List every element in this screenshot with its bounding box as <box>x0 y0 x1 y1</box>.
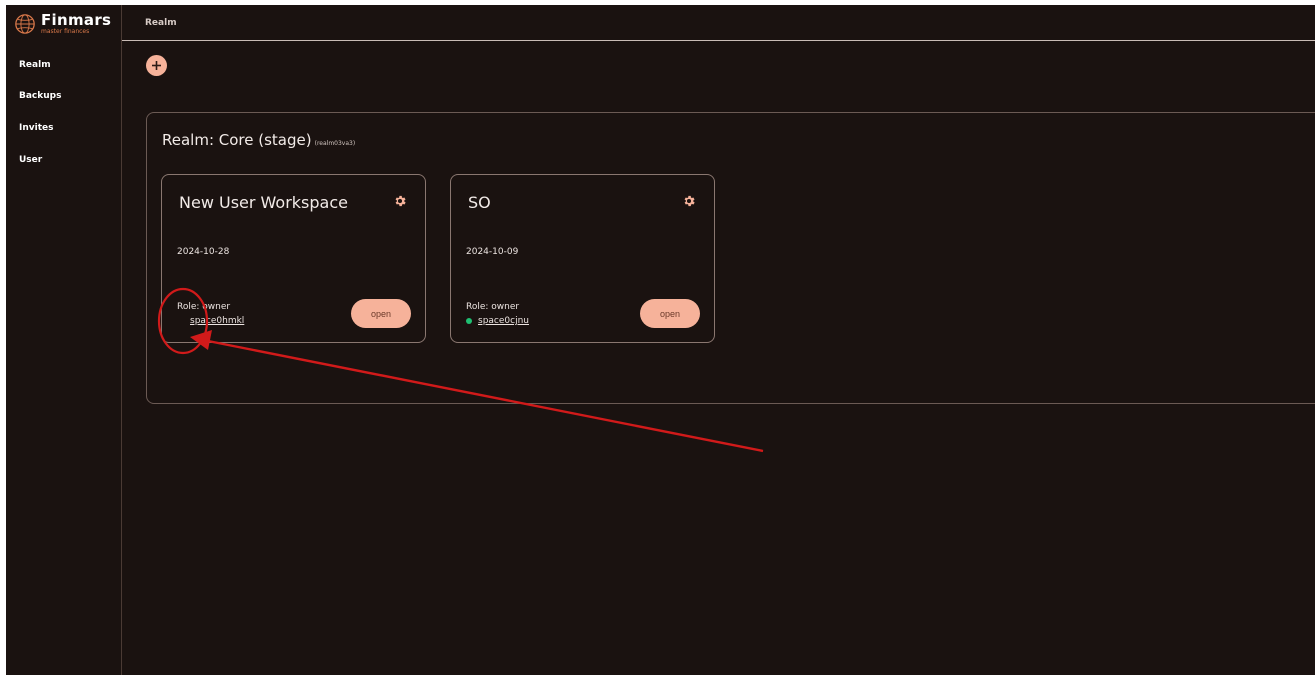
logo[interactable]: Finmars master finances <box>14 13 111 35</box>
realm-title: Realm: Core (stage) (realm03va3) <box>162 131 355 149</box>
workspace-space-link[interactable]: space0cjnu <box>466 316 529 326</box>
workspace-role: Role: owner <box>466 302 520 312</box>
gear-icon[interactable] <box>682 194 696 208</box>
sidebar-item-realm[interactable]: Realm <box>19 60 51 70</box>
workspace-space-name: space0hmkl <box>190 316 245 326</box>
app-window: Finmars master finances Realm Backups In… <box>6 5 1315 675</box>
plus-icon <box>152 61 161 70</box>
workspace-role: Role: owner <box>177 302 231 312</box>
realm-panel: Realm: Core (stage) (realm03va3) New User… <box>146 112 1315 404</box>
sidebar: Finmars master finances Realm Backups In… <box>6 5 122 675</box>
gear-icon[interactable] <box>393 194 407 208</box>
logo-tagline: master finances <box>41 28 90 35</box>
open-workspace-button[interactable]: open <box>640 299 700 328</box>
logo-name: Finmars <box>41 11 112 29</box>
workspace-title: SO <box>468 193 491 212</box>
sidebar-item-invites[interactable]: Invites <box>19 123 53 133</box>
breadcrumb: Realm <box>145 18 177 28</box>
workspace-card: New User Workspace 2024-10-28 Role: owne… <box>161 174 426 343</box>
workspace-space-link[interactable]: space0hmkl <box>190 316 244 326</box>
sidebar-item-backups[interactable]: Backups <box>19 91 61 101</box>
realm-name: Realm: Core (stage) <box>162 131 312 149</box>
globe-logo-icon <box>15 14 35 34</box>
workspace-date: 2024-10-28 <box>177 247 230 257</box>
realm-code: (realm03va3) <box>314 140 356 147</box>
top-bar: Realm <box>122 5 1315 41</box>
sidebar-item-user[interactable]: User <box>19 155 42 165</box>
add-realm-button[interactable] <box>146 55 167 76</box>
status-online-dot <box>466 318 472 324</box>
workspace-title: New User Workspace <box>179 193 348 212</box>
workspace-card: SO 2024-10-09 Role: owner space0cjnu ope… <box>450 174 715 343</box>
workspace-space-name: space0cjnu <box>478 316 529 326</box>
workspace-date: 2024-10-09 <box>466 247 519 257</box>
open-workspace-button[interactable]: open <box>351 299 411 328</box>
